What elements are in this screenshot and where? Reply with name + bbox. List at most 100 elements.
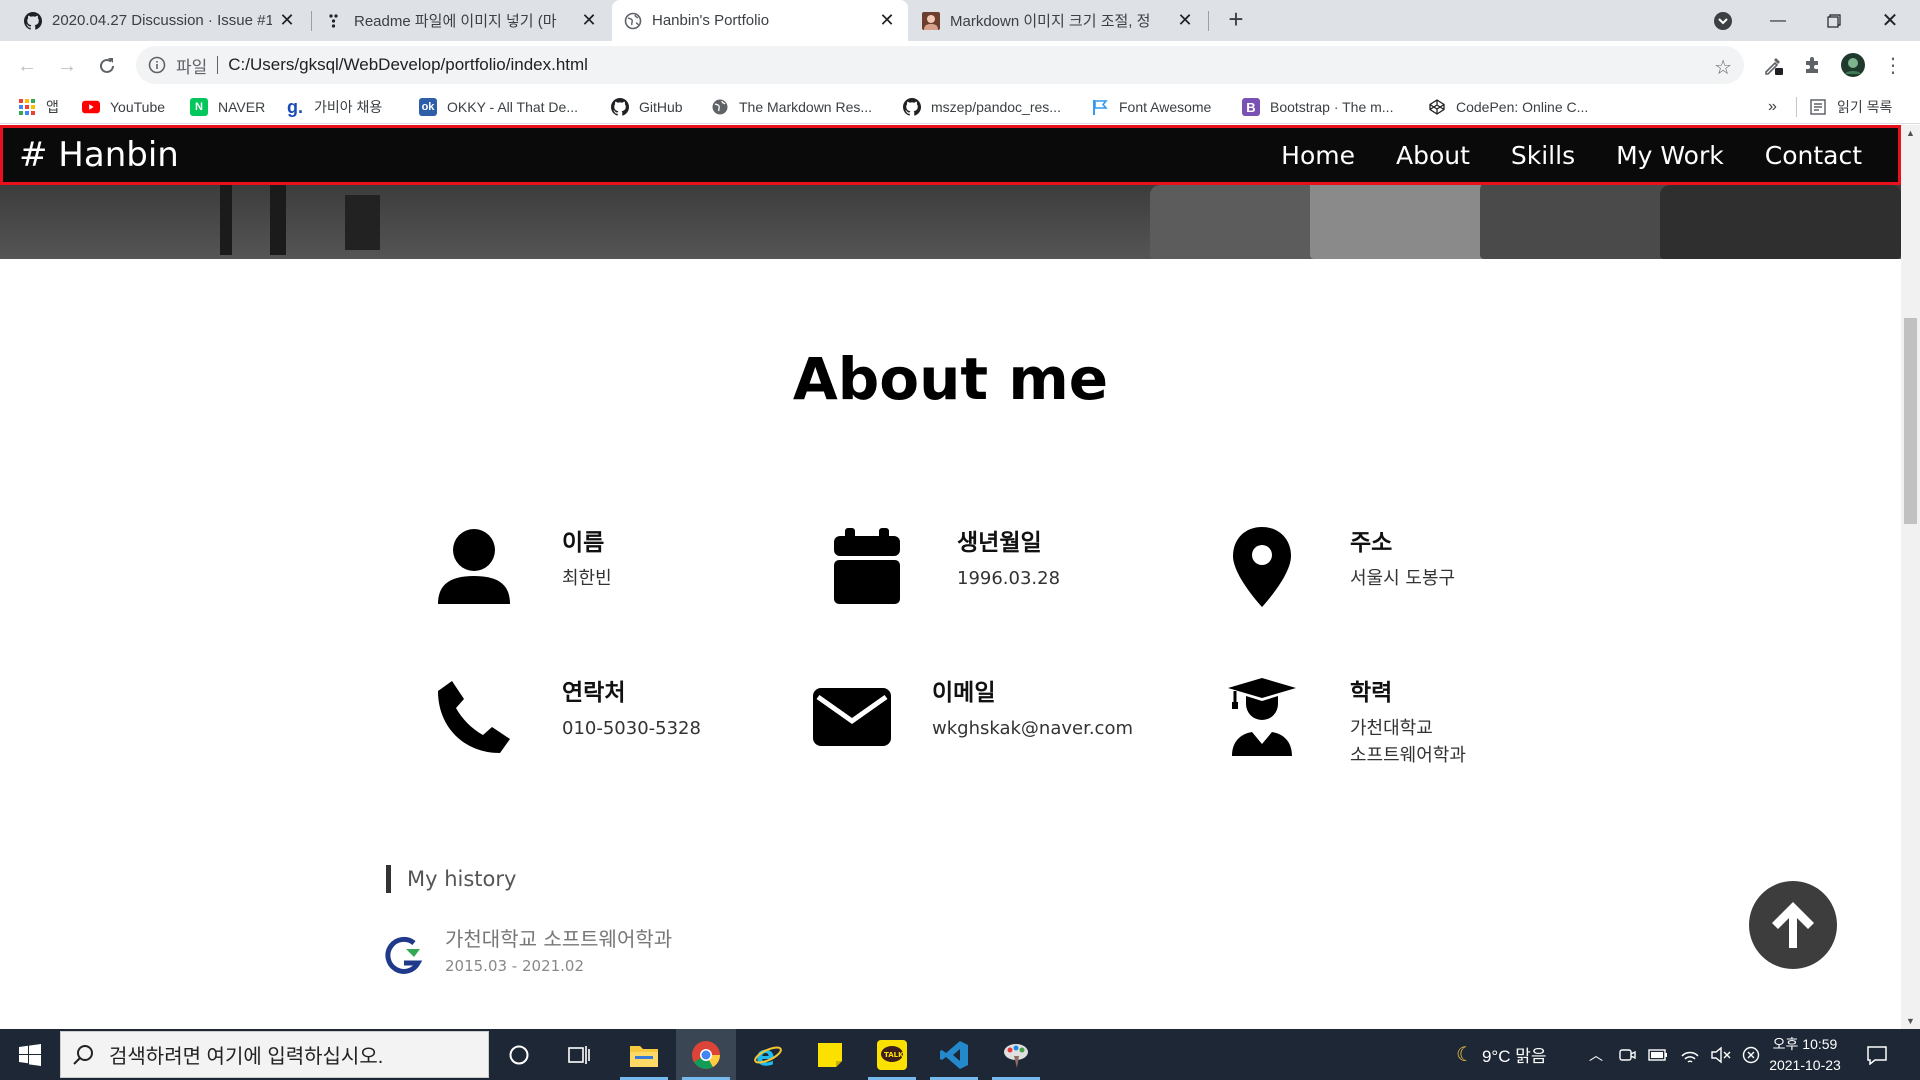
scroll-to-top-button[interactable]	[1749, 881, 1837, 969]
info-icon[interactable]	[148, 56, 166, 74]
extensions-puzzle-icon[interactable]	[1800, 52, 1826, 78]
info-label: 연락처	[562, 680, 626, 706]
file-explorer-icon[interactable]	[614, 1029, 674, 1080]
site-brand[interactable]: # Hanbin	[19, 135, 179, 175]
info-value: wkghskak@naver.com	[932, 718, 1133, 739]
bookmark-label: CodePen: Online C...	[1456, 99, 1589, 115]
tab-strip: 2020.04.27 Discussion · Issue #1 ✕ Readm…	[0, 0, 1920, 41]
reload-icon	[100, 58, 114, 73]
chevron-down-icon	[1714, 11, 1732, 30]
ie-icon[interactable]: e	[738, 1029, 798, 1080]
back-button[interactable]: ←	[12, 51, 42, 81]
restore-icon	[1827, 13, 1841, 28]
bookmark-apps[interactable]: 앱	[18, 96, 59, 118]
info-label: 학력	[1350, 680, 1393, 706]
vscode-icon[interactable]	[924, 1029, 984, 1080]
profile-avatar-icon[interactable]	[1840, 52, 1866, 78]
divider	[1796, 97, 1797, 117]
nav-contact[interactable]: Contact	[1765, 141, 1862, 170]
page-viewport: # Hanbin Home About Skills My Work Conta…	[0, 125, 1901, 1029]
tab-github-discussion[interactable]: 2020.04.27 Discussion · Issue #1 ✕	[12, 0, 308, 41]
bookmark-label: The Markdown Res...	[739, 99, 873, 115]
page-scrollbar[interactable]: ▲ ▼	[1901, 125, 1920, 1029]
url-text[interactable]: C:/Users/gksql/WebDevelop/portfolio/inde…	[228, 55, 588, 75]
task-view-icon[interactable]	[549, 1029, 609, 1080]
restore-button[interactable]	[1806, 0, 1862, 41]
bookmark-github[interactable]: GitHub	[611, 96, 683, 118]
notification-center-button[interactable]	[1866, 1029, 1888, 1080]
taskbar-clock[interactable]: 오후 10:59 2021-10-23	[1760, 1034, 1850, 1076]
nav-skills[interactable]: Skills	[1511, 141, 1575, 170]
hero-shadow	[270, 175, 286, 255]
bookmark-pandoc-resume[interactable]: mszep/pandoc_res...	[903, 96, 1061, 118]
tab-separator	[311, 11, 312, 31]
arrow-up-icon	[1772, 902, 1814, 948]
tab-title: Readme 파일에 이미지 넣기 (마	[354, 13, 557, 30]
sticky-notes-icon[interactable]	[800, 1029, 860, 1080]
tab-search-button[interactable]	[1695, 0, 1751, 41]
bookmark-star-icon[interactable]: ☆	[1714, 55, 1732, 80]
start-button[interactable]	[0, 1029, 60, 1080]
bookmark-youtube[interactable]: YouTube	[82, 96, 165, 118]
meet-now-icon[interactable]	[1618, 1046, 1636, 1064]
chrome-icon[interactable]	[676, 1029, 736, 1080]
menu-kebab-icon[interactable]: ⋮	[1880, 52, 1906, 78]
nav-home[interactable]: Home	[1281, 141, 1355, 170]
paint-icon[interactable]	[986, 1029, 1046, 1080]
ime-status-icon[interactable]	[1742, 1046, 1760, 1064]
battery-icon[interactable]	[1648, 1048, 1668, 1062]
weather-widget[interactable]: ☾ 9°C 맑음	[1456, 1029, 1546, 1080]
bookmark-markdown-resources[interactable]: The Markdown Res...	[711, 96, 872, 118]
tab-readme-image[interactable]: Readme 파일에 이미지 넣기 (마 ✕	[314, 0, 610, 41]
bookmark-gabia[interactable]: g. 가비아 채용	[286, 96, 382, 118]
nav-about[interactable]: About	[1396, 141, 1470, 170]
bookmark-label: 가비아 채용	[314, 99, 383, 115]
bookmark-okky[interactable]: ok OKKY - All That De...	[419, 96, 578, 118]
history-heading: My history	[386, 865, 516, 893]
close-icon[interactable]: ✕	[278, 10, 296, 31]
cortana-icon[interactable]	[489, 1029, 549, 1080]
bookmark-font-awesome[interactable]: Font Awesome	[1091, 96, 1211, 118]
flag-icon	[1091, 98, 1109, 116]
bookmarks-bar: 앱 YouTube N NAVER g. 가비아 채용 ok OKKY - Al…	[0, 90, 1920, 124]
volume-muted-icon[interactable]	[1710, 1046, 1732, 1064]
info-email: 이메일 wkghskak@naver.com	[808, 673, 1188, 783]
reading-list-label: 읽기 목록	[1837, 99, 1893, 115]
hero-shadow	[345, 195, 380, 250]
url-divider	[217, 56, 219, 74]
kakaotalk-icon[interactable]: TALK	[862, 1029, 922, 1080]
bookmark-codepen[interactable]: CodePen: Online C...	[1428, 96, 1588, 118]
scroll-up-arrow-icon[interactable]: ▲	[1906, 128, 1915, 138]
address-bar[interactable]: 파일 C:/Users/gksql/WebDevelop/portfolio/i…	[136, 46, 1744, 84]
search-placeholder: 검색하려면 여기에 입력하십시오.	[109, 1046, 384, 1068]
nav-my-work[interactable]: My Work	[1616, 141, 1724, 170]
calendar-icon	[823, 523, 911, 611]
bookmark-label: OKKY - All That De...	[447, 99, 578, 115]
globe-icon	[711, 98, 729, 116]
reading-list-button[interactable]: 읽기 목록	[1796, 96, 1892, 118]
svg-text:TALK: TALK	[884, 1051, 904, 1059]
scrollbar-thumb[interactable]	[1904, 318, 1917, 524]
forward-button[interactable]: →	[52, 51, 82, 81]
scroll-down-arrow-icon[interactable]: ▼	[1906, 1016, 1915, 1026]
wifi-icon[interactable]	[1680, 1046, 1700, 1064]
gachon-university-logo	[385, 936, 423, 974]
close-icon[interactable]: ✕	[878, 10, 896, 31]
bookmark-naver[interactable]: N NAVER	[190, 96, 265, 118]
bookmarks-overflow-button[interactable]: »	[1768, 96, 1777, 118]
tab-markdown-image-size[interactable]: Markdown 이미지 크기 조절, 정 ✕	[910, 0, 1206, 41]
browser-toolbar: ← → 파일 C:/Users/gksql/WebDevelop/portfol…	[0, 41, 1920, 90]
bookmark-label: YouTube	[110, 99, 166, 115]
reload-button[interactable]	[92, 51, 122, 81]
info-label: 이메일	[932, 680, 996, 706]
eyedropper-extension-icon[interactable]	[1760, 52, 1786, 78]
show-hidden-icons-chevron-up-icon[interactable]: ︿	[1589, 1029, 1603, 1080]
close-icon[interactable]: ✕	[580, 10, 598, 31]
new-tab-button[interactable]: +	[1222, 6, 1250, 34]
tab-hanbin-portfolio[interactable]: Hanbin's Portfolio ✕	[612, 0, 908, 41]
taskbar-search-box[interactable]: 검색하려면 여기에 입력하십시오.	[60, 1031, 489, 1078]
minimize-button[interactable]: —	[1750, 0, 1806, 41]
window-close-button[interactable]: ✕	[1862, 0, 1918, 41]
close-icon[interactable]: ✕	[1176, 10, 1194, 31]
bookmark-bootstrap[interactable]: B Bootstrap · The m...	[1242, 96, 1393, 118]
